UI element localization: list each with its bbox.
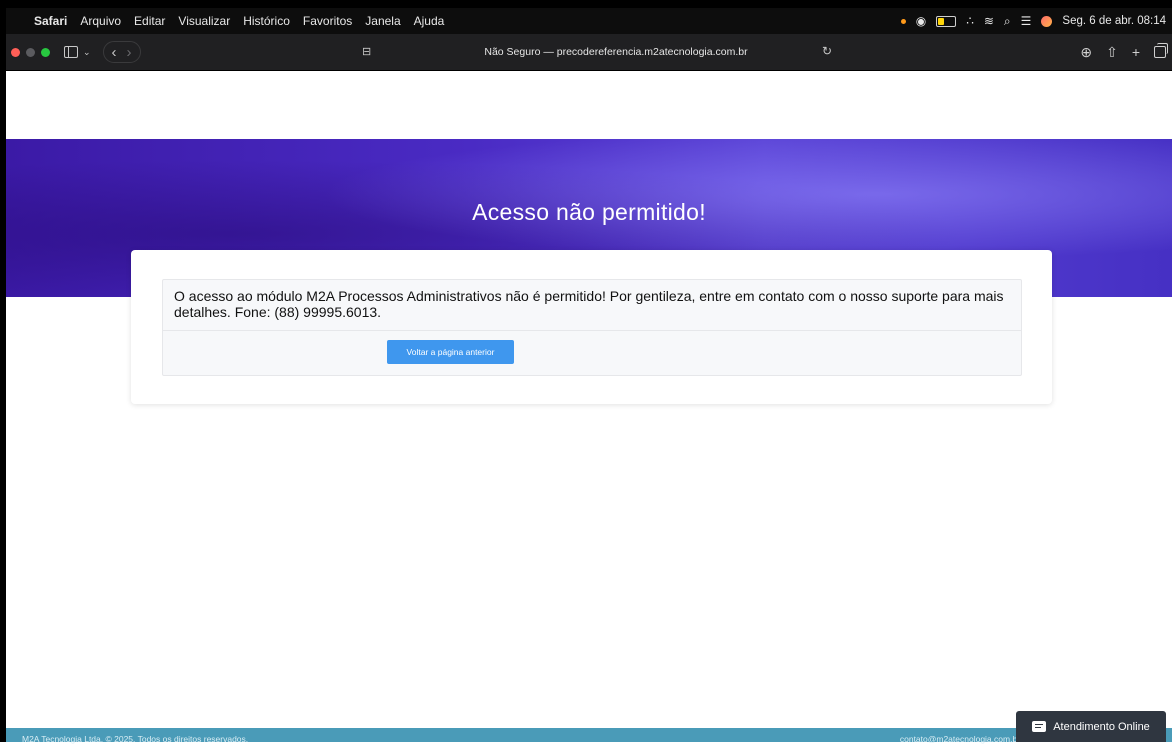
sidebar-icon xyxy=(64,46,78,58)
page-footer: M2A Tecnologia Ltda. © 2025. Todos os di… xyxy=(6,728,1172,744)
dots-icon[interactable]: ∴ xyxy=(966,14,974,28)
minimize-window-button[interactable] xyxy=(26,47,35,57)
tab-overview-icon[interactable] xyxy=(1154,43,1168,58)
menu-favoritos[interactable]: Favoritos xyxy=(303,14,352,28)
history-navigation: ‹ › xyxy=(102,41,141,63)
close-window-button[interactable] xyxy=(11,47,20,57)
screen-frame-top xyxy=(0,0,1172,8)
menu-visualizar[interactable]: Visualizar xyxy=(178,14,230,28)
message-panel: O acesso ao módulo M2A Processos Adminis… xyxy=(162,279,1022,376)
chat-button-label: Atendimento Online xyxy=(1053,720,1150,733)
footer-email-link[interactable]: contato@m2atecnologia.com.br xyxy=(900,734,1020,744)
page-title: Acesso não permitido! xyxy=(472,199,706,225)
sidebar-toggle-button[interactable]: ⌄ xyxy=(64,46,91,58)
macos-menu-bar: Safari Arquivo Editar Visualizar Históri… xyxy=(6,8,1172,34)
control-center-icon[interactable]: ☰ xyxy=(1021,14,1032,28)
downloads-button[interactable]: ⊕ xyxy=(1080,44,1092,61)
chevron-down-icon: ⌄ xyxy=(83,46,91,57)
menu-bar-status-area: ◉ ∴ ≋ ⌕ ☰ Seg. 6 de abr. 08:14 xyxy=(900,8,1166,34)
siri-icon[interactable] xyxy=(1041,15,1053,27)
online-support-chat-button[interactable]: Atendimento Online xyxy=(1016,711,1166,742)
back-to-previous-page-button[interactable]: Voltar a página anterior xyxy=(387,340,514,364)
share-button[interactable]: ⇧ xyxy=(1106,44,1118,61)
search-icon[interactable]: ⌕ xyxy=(1004,14,1011,29)
access-denied-message: O acesso ao módulo M2A Processos Adminis… xyxy=(163,280,1021,331)
menu-janela[interactable]: Janela xyxy=(365,14,400,28)
menu-bar-clock[interactable]: Seg. 6 de abr. 08:14 xyxy=(1062,15,1166,27)
screen-frame-left xyxy=(0,0,6,742)
window-controls xyxy=(11,47,50,57)
forward-navigation-button[interactable]: › xyxy=(127,44,132,61)
menu-safari[interactable]: Safari xyxy=(34,14,67,28)
address-bar[interactable]: Não Seguro — precodereferencia.m2atecnol… xyxy=(386,41,846,63)
new-tab-button[interactable]: + xyxy=(1132,44,1140,60)
safari-toolbar: ⌄ ‹ › ⊟ Não Seguro — precodereferencia.m… xyxy=(6,34,1172,71)
menu-historico[interactable]: Histórico xyxy=(243,14,290,28)
zoom-window-button[interactable] xyxy=(41,47,50,57)
toolbar-right-actions: ⊕ ⇧ + xyxy=(1080,34,1168,70)
reload-button[interactable]: ↻ xyxy=(822,44,832,58)
back-navigation-button[interactable]: ‹ xyxy=(112,44,117,61)
airdrop-icon[interactable]: ◉ xyxy=(916,14,926,28)
recording-indicator-icon xyxy=(900,18,906,24)
page-menu-icon[interactable]: ⊟ xyxy=(362,45,372,58)
wifi-icon[interactable]: ≋ xyxy=(984,14,994,28)
menu-editar[interactable]: Editar xyxy=(134,14,165,28)
footer-copyright: M2A Tecnologia Ltda. © 2025. Todos os di… xyxy=(22,734,249,744)
menu-arquivo[interactable]: Arquivo xyxy=(80,14,121,28)
battery-icon[interactable] xyxy=(936,15,957,27)
menu-ajuda[interactable]: Ajuda xyxy=(414,14,445,28)
message-card: O acesso ao módulo M2A Processos Adminis… xyxy=(131,250,1052,404)
chat-bubble-icon xyxy=(1032,721,1047,732)
